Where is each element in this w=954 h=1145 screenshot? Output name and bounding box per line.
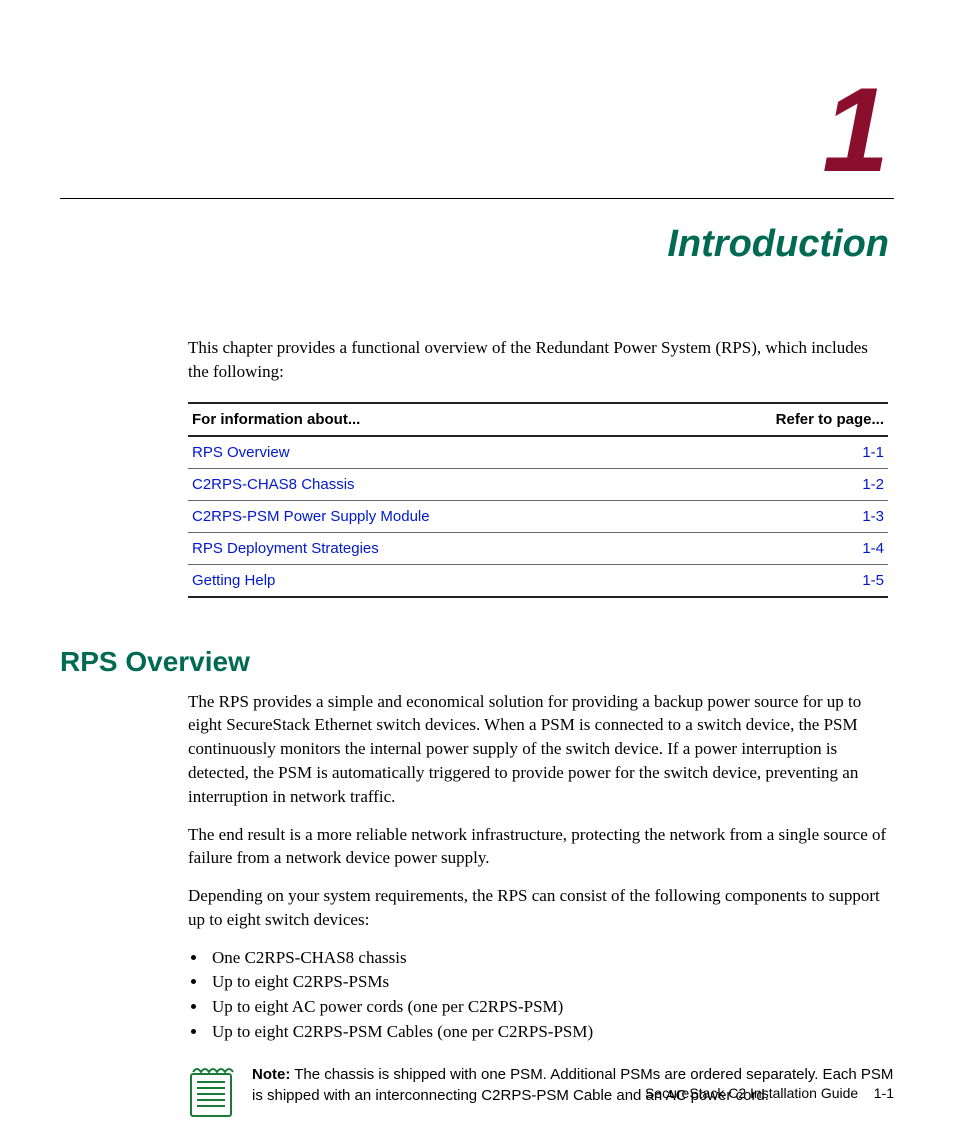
note-label: Note:: [252, 1066, 290, 1083]
bullet-list: One C2RPS‑CHAS8 chassis Up to eight C2RP…: [188, 946, 894, 1045]
footer: SecureStack C2 Installation Guide 1-1: [645, 1085, 894, 1101]
body-paragraph: The end result is a more reliable networ…: [188, 823, 894, 871]
toc-link[interactable]: Getting Help: [188, 564, 663, 597]
section-title: RPS Overview: [60, 646, 894, 678]
footer-doc-title: SecureStack C2 Installation Guide: [645, 1085, 858, 1101]
toc-row[interactable]: RPS Deployment Strategies 1-4: [188, 532, 888, 564]
body-paragraph: The RPS provides a simple and economical…: [188, 690, 894, 809]
toc-table: For information about... Refer to page..…: [188, 402, 888, 598]
list-item: Up to eight C2RPS‑PSMs: [208, 970, 894, 995]
toc-link[interactable]: C2RPS-CHAS8 Chassis: [188, 468, 663, 500]
chapter-number: 1: [60, 70, 889, 190]
list-item: Up to eight C2RPS‑PSM Cables (one per C2…: [208, 1020, 894, 1045]
footer-page-number: 1-1: [874, 1085, 894, 1101]
toc-page[interactable]: 1-5: [663, 564, 888, 597]
toc-link[interactable]: C2RPS-PSM Power Supply Module: [188, 500, 663, 532]
toc-header-left: For information about...: [188, 403, 663, 436]
toc-page[interactable]: 1-4: [663, 532, 888, 564]
page: 1 Introduction This chapter provides a f…: [0, 0, 954, 1145]
divider: [60, 198, 894, 199]
toc-page[interactable]: 1-3: [663, 500, 888, 532]
list-item: Up to eight AC power cords (one per C2RP…: [208, 995, 894, 1020]
notepad-icon: [188, 1064, 234, 1118]
toc: For information about... Refer to page..…: [188, 402, 888, 598]
toc-link[interactable]: RPS Deployment Strategies: [188, 532, 663, 564]
toc-row[interactable]: RPS Overview 1-1: [188, 436, 888, 469]
toc-row[interactable]: C2RPS-CHAS8 Chassis 1-2: [188, 468, 888, 500]
toc-page[interactable]: 1-2: [663, 468, 888, 500]
intro-paragraph: This chapter provides a functional overv…: [188, 336, 888, 384]
list-item: One C2RPS‑CHAS8 chassis: [208, 946, 894, 971]
toc-page[interactable]: 1-1: [663, 436, 888, 469]
toc-link[interactable]: RPS Overview: [188, 436, 663, 469]
chapter-title: Introduction: [60, 223, 889, 266]
toc-row[interactable]: C2RPS-PSM Power Supply Module 1-3: [188, 500, 888, 532]
toc-row[interactable]: Getting Help 1-5: [188, 564, 888, 597]
toc-header-right: Refer to page...: [663, 403, 888, 436]
body-paragraph: Depending on your system requirements, t…: [188, 884, 894, 932]
